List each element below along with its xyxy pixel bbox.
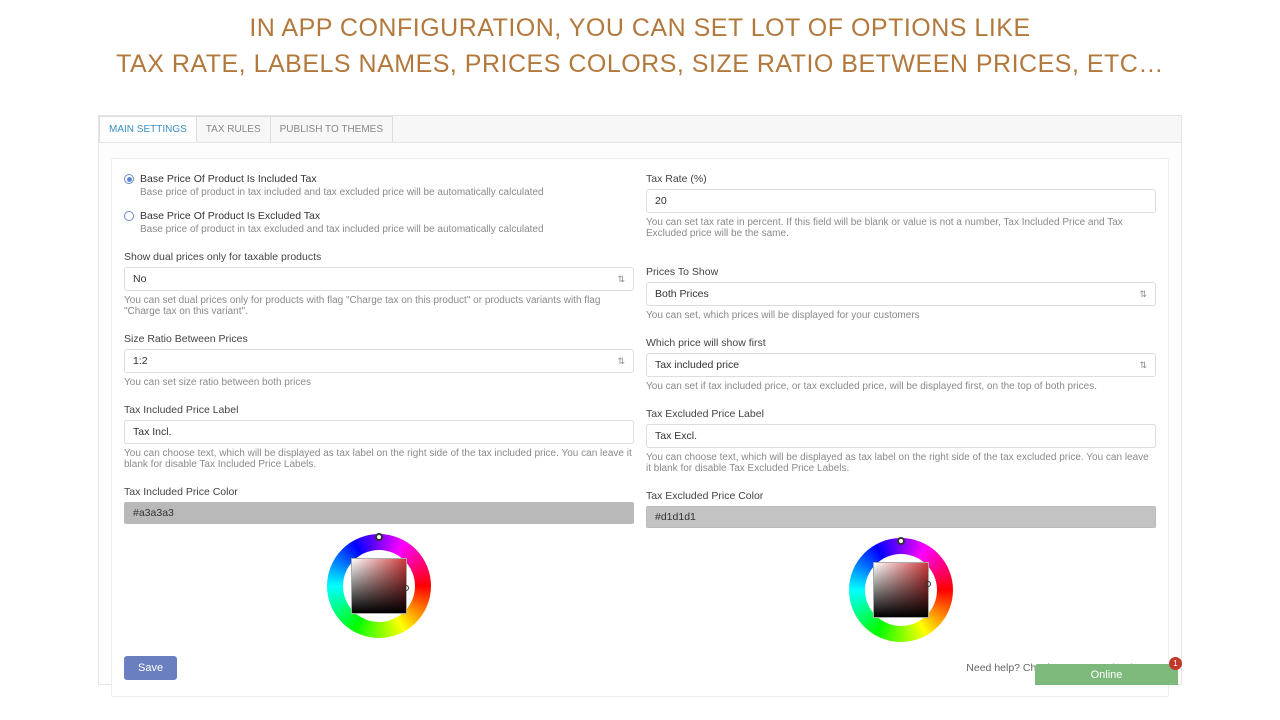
incl-color-picker[interactable]	[327, 534, 431, 638]
tax-rate-input[interactable]	[646, 189, 1156, 213]
page-title: IN APP CONFIGURATION, YOU CAN SET LOT OF…	[0, 10, 1280, 83]
tabs-bar: MAIN SETTINGS TAX RULES PUBLISH TO THEME…	[99, 116, 1181, 143]
tax-rate-help: You can set tax rate in percent. If this…	[646, 217, 1156, 239]
size-ratio-value: 1:2	[133, 355, 148, 367]
excl-label-input[interactable]	[646, 424, 1156, 448]
base-price-radio-group: Base Price Of Product Is Included Tax Ba…	[124, 173, 634, 235]
chat-widget[interactable]: Online 1	[1035, 664, 1178, 685]
page-root: IN APP CONFIGURATION, YOU CAN SET LOT OF…	[0, 0, 1280, 720]
prices-to-show-help: You can set, which prices will be displa…	[646, 310, 1156, 321]
excl-color-square[interactable]	[873, 562, 929, 618]
excl-label-help: You can choose text, which will be displ…	[646, 452, 1156, 474]
hue-ring-handle[interactable]	[375, 533, 383, 541]
radio-excluded[interactable]	[124, 211, 134, 221]
card-footer: Save Need help? Check Documentation / FA…	[124, 656, 1156, 680]
radio-excluded-label: Base Price Of Product Is Excluded Tax	[140, 210, 320, 222]
dual-prices-group: Show dual prices only for taxable produc…	[124, 251, 634, 317]
radio-excluded-hint: Base price of product in tax excluded an…	[140, 224, 634, 235]
saturation-handle[interactable]	[925, 581, 931, 587]
excl-color-picker[interactable]	[849, 538, 953, 642]
radio-included-hint: Base price of product in tax included an…	[140, 187, 634, 198]
incl-color-square[interactable]	[351, 558, 407, 614]
chevron-updown-icon: ⇅	[1139, 290, 1147, 299]
excl-color-picker-wrap	[646, 538, 1156, 642]
dual-prices-label: Show dual prices only for taxable produc…	[124, 251, 634, 263]
columns: Base Price Of Product Is Included Tax Ba…	[124, 173, 1156, 642]
which-first-value: Tax included price	[655, 359, 739, 371]
dual-prices-value: No	[133, 273, 146, 285]
excl-label-label: Tax Excluded Price Label	[646, 408, 1156, 420]
size-ratio-help: You can set size ratio between both pric…	[124, 377, 634, 388]
page-title-block: IN APP CONFIGURATION, YOU CAN SET LOT OF…	[0, 0, 1280, 83]
incl-label-help: You can choose text, which will be displ…	[124, 448, 634, 470]
incl-color-picker-wrap	[124, 534, 634, 638]
save-button[interactable]: Save	[124, 656, 177, 680]
tab-main-settings[interactable]: MAIN SETTINGS	[99, 116, 197, 142]
size-ratio-group: Size Ratio Between Prices 1:2 ⇅ You can …	[124, 333, 634, 388]
chevron-updown-icon: ⇅	[1139, 361, 1147, 370]
incl-color-input[interactable]: #a3a3a3	[124, 502, 634, 524]
dual-prices-select[interactable]: No ⇅	[124, 267, 634, 291]
hue-ring-handle[interactable]	[897, 537, 905, 545]
title-line-1: IN APP CONFIGURATION, YOU CAN SET LOT OF…	[249, 14, 1030, 42]
chevron-updown-icon: ⇅	[617, 357, 625, 366]
right-column: Tax Rate (%) You can set tax rate in per…	[646, 173, 1156, 642]
prices-to-show-value: Both Prices	[655, 288, 709, 300]
incl-color-group: Tax Included Price Color #a3a3a3	[124, 486, 634, 638]
settings-panel: MAIN SETTINGS TAX RULES PUBLISH TO THEME…	[98, 115, 1182, 685]
radio-included-row[interactable]: Base Price Of Product Is Included Tax	[124, 173, 634, 185]
chat-badge: 1	[1169, 657, 1182, 670]
chevron-updown-icon: ⇅	[617, 275, 625, 284]
radio-included-label: Base Price Of Product Is Included Tax	[140, 173, 317, 185]
prices-to-show-select[interactable]: Both Prices ⇅	[646, 282, 1156, 306]
size-ratio-label: Size Ratio Between Prices	[124, 333, 634, 345]
excl-label-group: Tax Excluded Price Label You can choose …	[646, 408, 1156, 474]
tax-rate-label: Tax Rate (%)	[646, 173, 1156, 185]
incl-label-group: Tax Included Price Label You can choose …	[124, 404, 634, 470]
tax-rate-group: Tax Rate (%) You can set tax rate in per…	[646, 173, 1156, 239]
title-line-2: TAX RATE, LABELS NAMES, PRICES COLORS, S…	[116, 50, 1164, 78]
size-ratio-select[interactable]: 1:2 ⇅	[124, 349, 634, 373]
radio-included[interactable]	[124, 174, 134, 184]
incl-label-label: Tax Included Price Label	[124, 404, 634, 416]
chat-status: Online	[1091, 669, 1123, 681]
saturation-handle[interactable]	[403, 585, 409, 591]
excl-color-label: Tax Excluded Price Color	[646, 490, 1156, 502]
prices-to-show-group: Prices To Show Both Prices ⇅ You can set…	[646, 266, 1156, 321]
settings-card: Base Price Of Product Is Included Tax Ba…	[111, 158, 1169, 697]
panel-content: Base Price Of Product Is Included Tax Ba…	[99, 143, 1181, 712]
which-first-help: You can set if tax included price, or ta…	[646, 381, 1156, 392]
dual-prices-help: You can set dual prices only for product…	[124, 295, 634, 317]
excl-color-group: Tax Excluded Price Color #d1d1d1	[646, 490, 1156, 642]
radio-excluded-row[interactable]: Base Price Of Product Is Excluded Tax	[124, 210, 634, 222]
which-first-group: Which price will show first Tax included…	[646, 337, 1156, 392]
tab-tax-rules[interactable]: TAX RULES	[196, 116, 271, 142]
which-first-select[interactable]: Tax included price ⇅	[646, 353, 1156, 377]
incl-label-input[interactable]	[124, 420, 634, 444]
prices-to-show-label: Prices To Show	[646, 266, 1156, 278]
incl-color-label: Tax Included Price Color	[124, 486, 634, 498]
which-first-label: Which price will show first	[646, 337, 1156, 349]
excl-color-input[interactable]: #d1d1d1	[646, 506, 1156, 528]
left-column: Base Price Of Product Is Included Tax Ba…	[124, 173, 634, 642]
tab-publish-themes[interactable]: PUBLISH TO THEMES	[270, 116, 393, 142]
